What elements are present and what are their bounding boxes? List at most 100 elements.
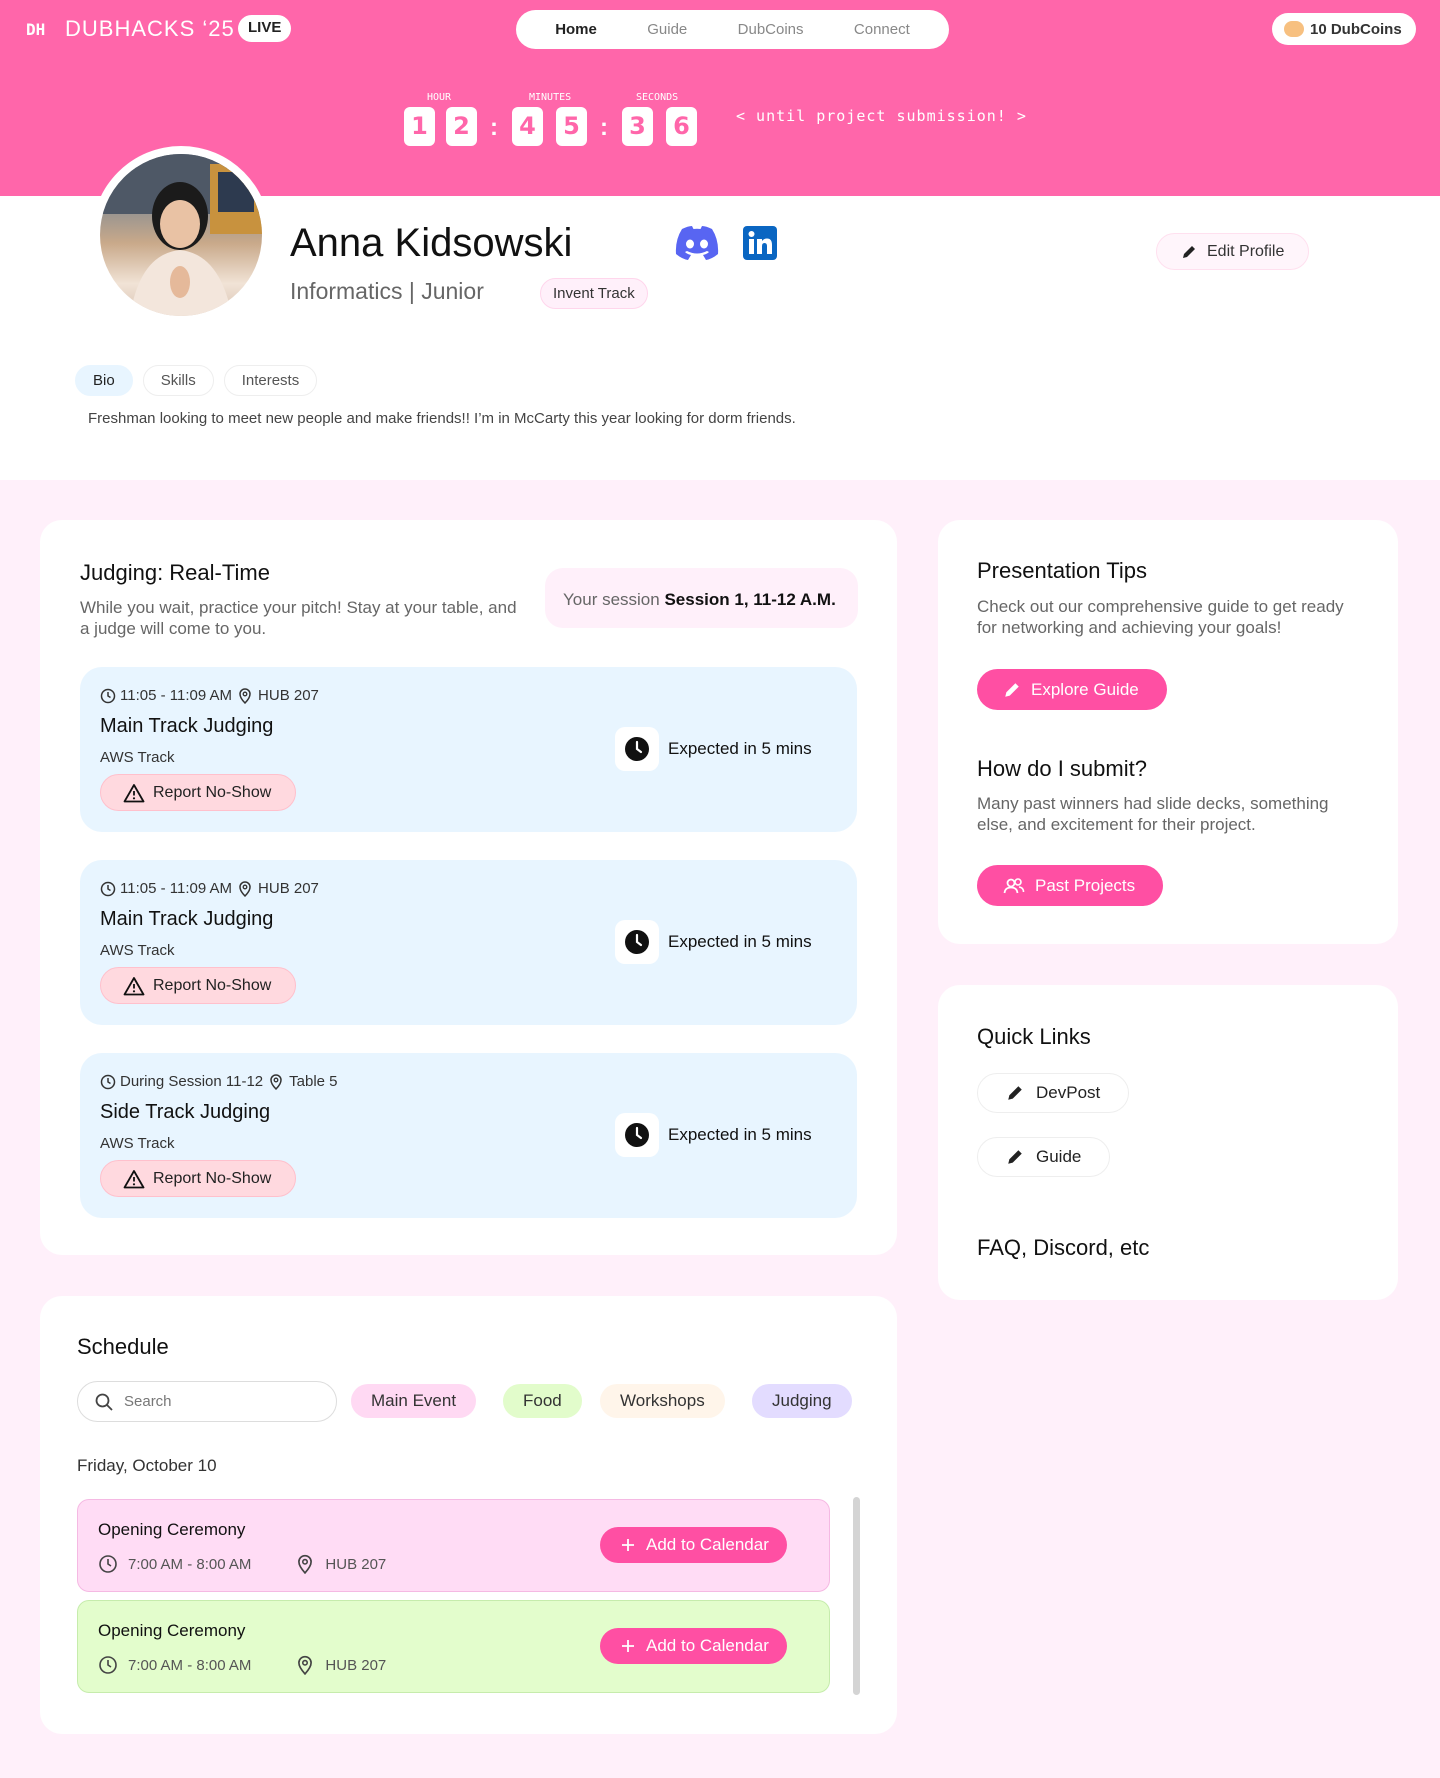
countdown-digit: 6 [666,107,697,146]
report-no-show-label: Report No-Show [153,1169,272,1187]
schedule-date: Friday, October 10 [77,1456,217,1475]
countdown-digit: 1 [404,107,435,146]
report-no-show-button[interactable]: Report No-Show [100,1160,297,1197]
warning-icon [123,783,145,802]
event-meta: 7:00 AM - 8:00 AM HUB 207 [98,1554,386,1574]
countdown-separator: : [600,114,608,141]
report-no-show-button[interactable]: Report No-Show [100,774,297,811]
track-badge: Invent Track [540,278,648,309]
nav-guide[interactable]: Guide [647,21,687,38]
schedule-search-input[interactable]: Search [77,1381,337,1422]
guide-link[interactable]: Guide [977,1137,1111,1177]
judging-item-title: Main Track Judging [100,715,274,737]
countdown-digit: 2 [446,107,477,146]
judging-meta: 11:05 - 11:09 AM HUB 207 [100,880,319,897]
status-clock [615,727,659,771]
judging-location: HUB 207 [258,880,319,897]
location-pin-icon [239,687,251,704]
search-placeholder: Search [124,1393,172,1410]
schedule-scrollbar[interactable] [853,1497,860,1695]
judging-time: During Session 11-12 [120,1073,264,1090]
event-location: HUB 207 [325,1555,387,1573]
clock-icon [100,688,116,703]
explore-guide-button[interactable]: Explore Guide [977,669,1167,710]
report-no-show-label: Report No-Show [153,976,272,994]
countdown-digit: 3 [622,107,653,146]
judging-location: HUB 207 [258,687,319,704]
report-no-show-label: Report No-Show [153,783,272,801]
event-title: Opening Ceremony [98,1520,246,1539]
report-no-show-button[interactable]: Report No-Show [100,967,297,1004]
main-nav: Home Guide DubCoins Connect [516,10,949,49]
nav-connect[interactable]: Connect [854,21,910,38]
filter-main-event[interactable]: Main Event [351,1384,477,1418]
countdown-minutes-label: MINUTES [529,92,572,103]
schedule-title: Schedule [77,1334,169,1359]
judging-time: 11:05 - 11:09 AM [120,880,233,897]
devpost-label: DevPost [1036,1083,1101,1102]
nav-dubcoins[interactable]: DubCoins [738,21,804,38]
discord-icon[interactable] [675,226,719,265]
judging-meta: 11:05 - 11:09 AM HUB 207 [100,687,319,704]
clock-icon [100,1074,116,1089]
clock-icon [99,1656,117,1674]
event-item: Opening Ceremony 7:00 AM - 8:00 AM HUB 2… [77,1499,830,1592]
expected-time: Expected in 5 mins [668,932,812,951]
event-time: 7:00 AM - 8:00 AM [128,1656,252,1674]
plus-icon [622,1539,634,1551]
coin-icon [1284,21,1304,37]
warning-icon [123,1169,145,1188]
users-icon [1003,877,1025,893]
logo[interactable]: DH [26,20,45,39]
judging-time: 11:05 - 11:09 AM [120,687,233,704]
filter-workshops[interactable]: Workshops [600,1384,725,1418]
judging-item: 11:05 - 11:09 AM HUB 207 Main Track Judg… [80,667,857,832]
filter-judging[interactable]: Judging [752,1384,852,1418]
quick-links-footer: FAQ, Discord, etc [977,1235,1150,1260]
pencil-icon [1008,1150,1022,1164]
warning-icon [123,976,145,995]
add-to-calendar-label: Add to Calendar [646,1535,769,1554]
judging-title: Judging: Real-Time [80,560,270,585]
event-title: Opening Ceremony [98,1621,246,1640]
status-clock [615,920,659,964]
edit-profile-label: Edit Profile [1207,242,1285,260]
countdown-caption: < until project submission! > [736,107,1027,125]
tab-skills[interactable]: Skills [142,365,214,396]
judging-item-title: Side Track Judging [100,1101,271,1123]
event-meta: 7:00 AM - 8:00 AM HUB 207 [98,1655,386,1675]
countdown-digit: 4 [512,107,543,146]
judging-item: During Session 11-12 Table 5 Side Track … [80,1053,857,1218]
clock-filled-icon [625,737,649,761]
clock-icon [99,1555,117,1573]
expected-time: Expected in 5 mins [668,739,812,758]
expected-time: Expected in 5 mins [668,1125,812,1144]
devpost-link[interactable]: DevPost [977,1073,1130,1113]
submit-title: How do I submit? [977,756,1147,781]
pencil-icon [1005,682,1019,697]
past-projects-button[interactable]: Past Projects [977,865,1164,906]
filter-food[interactable]: Food [503,1384,582,1418]
profile-subtitle: Informatics | Junior [290,278,484,304]
add-to-calendar-button[interactable]: Add to Calendar [600,1527,787,1563]
dubcoins-balance[interactable]: 10 DubCoins [1272,13,1416,45]
guide-label: Guide [1036,1147,1082,1166]
quick-links-title: Quick Links [977,1024,1091,1049]
explore-guide-label: Explore Guide [1031,679,1139,699]
bio-text: Freshman looking to meet new people and … [88,410,796,427]
plus-icon [622,1640,634,1652]
event-time: 7:00 AM - 8:00 AM [128,1555,252,1573]
nav-home[interactable]: Home [555,21,597,38]
avatar[interactable] [92,146,270,324]
live-badge: LIVE [238,15,292,42]
pencil-icon [1008,1086,1022,1100]
judging-item-track: AWS Track [100,1135,175,1152]
event-item: Opening Ceremony 7:00 AM - 8:00 AM HUB 2… [77,1600,830,1693]
tab-interests[interactable]: Interests [223,365,318,396]
add-to-calendar-button[interactable]: Add to Calendar [600,1628,787,1664]
countdown-hour-label: HOUR [427,92,452,103]
linkedin-icon[interactable] [743,226,777,265]
judging-location: Table 5 [289,1073,338,1090]
tab-bio[interactable]: Bio [75,365,133,396]
edit-profile-button[interactable]: Edit Profile [1156,233,1310,270]
